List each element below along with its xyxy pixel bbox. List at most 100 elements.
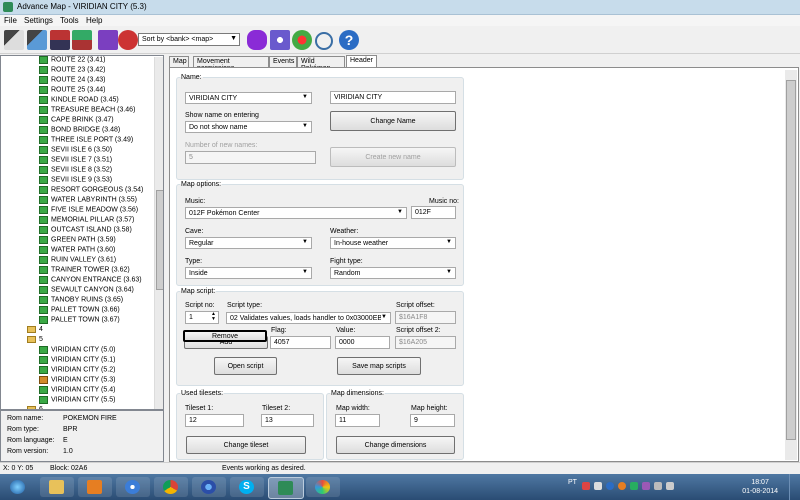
tray-icon-5[interactable]: [630, 482, 638, 490]
search-icon[interactable]: [315, 32, 333, 50]
save-rom-icon[interactable]: [27, 30, 47, 50]
tree-folder[interactable]: 4: [27, 326, 43, 336]
remove-button[interactable]: Remove: [183, 330, 267, 342]
system-tray[interactable]: [582, 482, 682, 492]
language-indicator[interactable]: PT: [568, 479, 577, 486]
tree-item[interactable]: OUTCAST ISLAND (3.58): [39, 226, 132, 236]
tree-item[interactable]: CANYON ENTRANCE (3.63): [39, 276, 142, 286]
arrows-icon[interactable]: [270, 30, 290, 50]
tree-item[interactable]: KINDLE ROAD (3.45): [39, 96, 119, 106]
paint-taskbar-icon[interactable]: [306, 477, 340, 497]
create-name-button[interactable]: Create new name: [330, 147, 456, 167]
map-tree[interactable]: ROUTE 22 (3.41) ROUTE 23 (3.42) ROUTE 24 (…: [0, 55, 164, 410]
advance-map-taskbar-icon[interactable]: [268, 477, 304, 499]
tree-item[interactable]: TANOBY RUINS (3.65): [39, 296, 123, 306]
firefox-taskbar-icon[interactable]: [192, 477, 226, 497]
save-map-scripts-button[interactable]: Save map scripts: [337, 357, 421, 375]
tileset1-field[interactable]: 12: [185, 414, 244, 427]
tree-item[interactable]: ROUTE 24 (3.43): [39, 76, 105, 86]
flag-field[interactable]: 4057: [270, 336, 331, 349]
tree-item[interactable]: TRAINER TOWER (3.62): [39, 266, 130, 276]
tab-wild-pokemon[interactable]: Wild Pokémon: [297, 56, 345, 72]
menu-file[interactable]: File: [4, 16, 17, 25]
clock[interactable]: 18:07 01-08-2014: [742, 478, 778, 496]
show-name-select[interactable]: Do not show name ▼: [185, 121, 312, 133]
tree-folder[interactable]: 5: [27, 336, 43, 346]
value-field[interactable]: 0000: [335, 336, 390, 349]
panel-scrollbar[interactable]: [785, 70, 797, 460]
explorer-taskbar-icon[interactable]: [40, 477, 74, 497]
tree-item[interactable]: FIVE ISLE MEADOW (3.56): [39, 206, 138, 216]
flower-icon[interactable]: [292, 30, 312, 50]
tree-item[interactable]: VIRIDIAN CITY (5.0): [39, 346, 115, 356]
tray-icon-4[interactable]: [618, 482, 626, 490]
tree-item[interactable]: THREE ISLE PORT (3.49): [39, 136, 133, 146]
tree-item[interactable]: SEVII ISLE 7 (3.51): [39, 156, 112, 166]
tree-item[interactable]: RUIN VALLEY (3.61): [39, 256, 116, 266]
tree-item[interactable]: VIRIDIAN CITY (5.2): [39, 366, 115, 376]
tray-icon-3[interactable]: [606, 482, 614, 490]
script-no-spinner[interactable]: 1 ▲ ▼: [185, 311, 219, 324]
tree-item[interactable]: ROUTE 23 (3.42): [39, 66, 105, 76]
fight-type-select[interactable]: Random ▼: [330, 267, 456, 279]
change-name-button[interactable]: Change Name: [330, 111, 456, 131]
tree-item[interactable]: SEVII ISLE 8 (3.52): [39, 166, 112, 176]
tree-item[interactable]: TREASURE BEACH (3.46): [39, 106, 135, 116]
script-type-select[interactable]: 02 Validates values, loads handler to 0x…: [226, 312, 391, 324]
worldmap-icon[interactable]: [98, 30, 118, 50]
media-taskbar-icon[interactable]: [78, 477, 112, 497]
menu-settings[interactable]: Settings: [24, 16, 53, 25]
help-icon[interactable]: ?: [339, 30, 359, 50]
tree-item[interactable]: MEMORIAL PILLAR (3.57): [39, 216, 134, 226]
tray-icon-1[interactable]: [582, 482, 590, 490]
type-select[interactable]: Inside ▼: [185, 267, 312, 279]
script-offset2-field[interactable]: $16A205: [395, 336, 456, 349]
menu-tools[interactable]: Tools: [60, 16, 79, 25]
name-text-field[interactable]: VIRIDIAN CITY: [330, 91, 456, 104]
tree-item[interactable]: SEVII ISLE 6 (3.50): [39, 146, 112, 156]
tree-item[interactable]: WATER LABYRINTH (3.55): [39, 196, 137, 206]
skype-taskbar-icon[interactable]: S: [230, 477, 264, 497]
tab-events[interactable]: Events: [269, 56, 297, 67]
start-button[interactable]: [3, 477, 33, 497]
tree-item[interactable]: VIRIDIAN CITY (5.4): [39, 386, 115, 396]
tree-item[interactable]: VIRIDIAN CITY (5.3): [39, 376, 115, 386]
tree-item[interactable]: WATER PATH (3.60): [39, 246, 115, 256]
tree-item[interactable]: RESORT GORGEOUS (3.54): [39, 186, 143, 196]
pokemon-icon[interactable]: [118, 30, 138, 50]
network-icon[interactable]: [654, 482, 662, 490]
open-script-button[interactable]: Open script: [214, 357, 277, 375]
tray-icon-6[interactable]: [642, 482, 650, 490]
tab-movement-permissions[interactable]: Movement permissions: [193, 56, 269, 72]
chrome-taskbar-icon[interactable]: [154, 477, 188, 497]
tree-item[interactable]: ROUTE 22 (3.41): [39, 56, 105, 66]
num-names-field[interactable]: 5: [185, 151, 316, 164]
script-offset-field[interactable]: $16A1F8: [395, 311, 456, 324]
weather-select[interactable]: In-house weather ▼: [330, 237, 456, 249]
tray-icon-2[interactable]: [594, 482, 602, 490]
sort-select[interactable]: Sort by <bank> <map> ▼: [138, 33, 240, 46]
tab-map[interactable]: Map: [169, 56, 189, 67]
name-select[interactable]: VIRIDIAN CITY ▼: [185, 92, 312, 104]
tree-item[interactable]: CAPE BRINK (3.47): [39, 116, 114, 126]
volume-icon[interactable]: [666, 482, 674, 490]
map-view-icon[interactable]: [50, 30, 70, 50]
map-width-field[interactable]: 11: [335, 414, 380, 427]
tiles-icon[interactable]: [72, 30, 92, 50]
tree-item[interactable]: PALLET TOWN (3.66): [39, 306, 120, 316]
puzzle-icon[interactable]: [247, 30, 267, 50]
tree-item[interactable]: PALLET TOWN (3.67): [39, 316, 120, 326]
map-height-field[interactable]: 9: [410, 414, 455, 427]
tree-item[interactable]: VIRIDIAN CITY (5.5): [39, 396, 115, 406]
tree-scrollbar[interactable]: [154, 57, 163, 409]
tree-item[interactable]: GREEN PATH (3.59): [39, 236, 116, 246]
open-rom-icon[interactable]: [4, 30, 24, 50]
music-no-field[interactable]: 012F: [411, 206, 456, 219]
change-dimensions-button[interactable]: Change dimensions: [336, 436, 455, 454]
menu-help[interactable]: Help: [86, 16, 102, 25]
change-tileset-button[interactable]: Change tileset: [186, 436, 306, 454]
tree-item[interactable]: SEVII ISLE 9 (3.53): [39, 176, 112, 186]
tree-item[interactable]: BOND BRIDGE (3.48): [39, 126, 120, 136]
cave-select[interactable]: Regular ▼: [185, 237, 312, 249]
tree-item[interactable]: SEVAULT CANYON (3.64): [39, 286, 134, 296]
